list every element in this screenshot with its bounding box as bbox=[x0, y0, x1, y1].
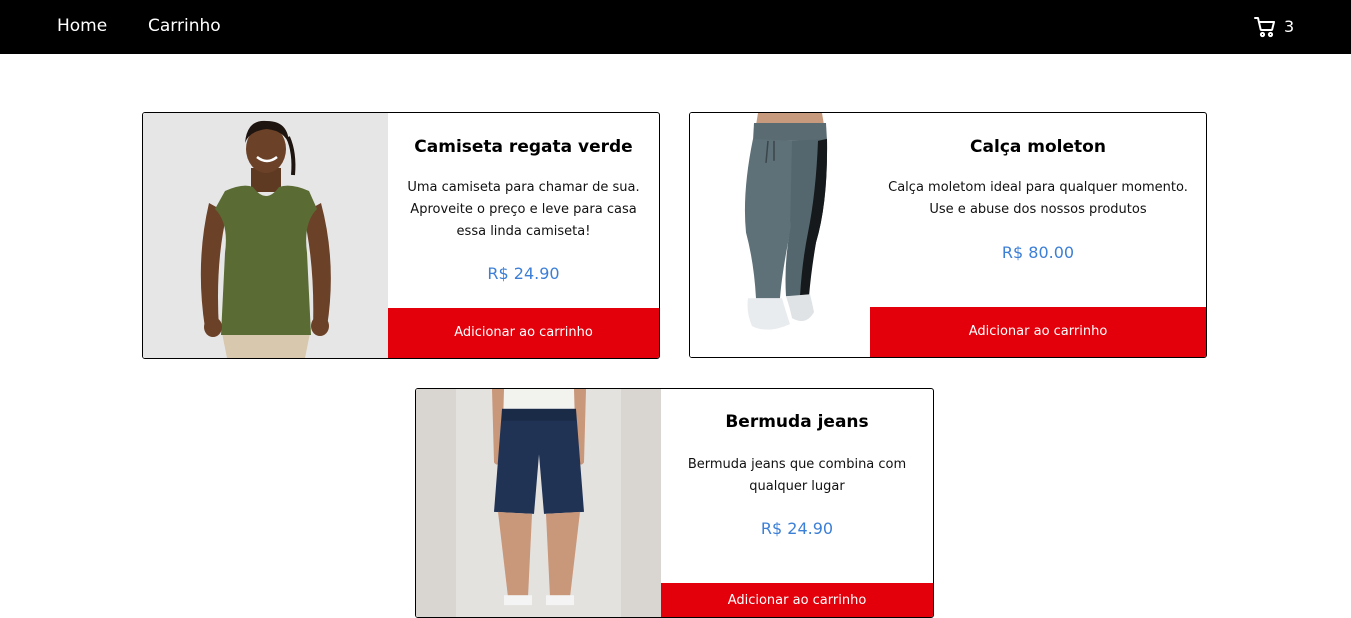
product-card: Calça moleton Calça moletom ideal para q… bbox=[689, 112, 1207, 358]
product-image bbox=[690, 113, 870, 357]
cart-count-badge: 3 bbox=[1284, 17, 1295, 36]
product-info: Camiseta regata verde Uma camiseta para … bbox=[388, 113, 659, 358]
product-description: Calça moletom ideal para qualquer moment… bbox=[888, 180, 1188, 217]
cart-button[interactable]: 3 bbox=[1254, 15, 1294, 39]
product-title: Bermuda jeans bbox=[725, 412, 869, 432]
product-info: Bermuda jeans Bermuda jeans que combina … bbox=[661, 389, 933, 617]
product-info: Calça moleton Calça moletom ideal para q… bbox=[870, 113, 1206, 357]
product-description: Bermuda jeans que combina com qualquer l… bbox=[687, 457, 907, 494]
product-card: Camiseta regata verde Uma camiseta para … bbox=[142, 112, 660, 359]
product-image bbox=[416, 389, 661, 617]
product-price: R$ 80.00 bbox=[1001, 243, 1075, 262]
product-price: R$ 24.90 bbox=[487, 264, 560, 283]
product-description: Uma camiseta para chamar de sua. Aprovei… bbox=[407, 180, 640, 239]
shopping-cart-icon bbox=[1254, 16, 1276, 38]
add-to-cart-button[interactable]: Adicionar ao carrinho bbox=[870, 307, 1206, 357]
add-to-cart-button[interactable]: Adicionar ao carrinho bbox=[661, 583, 933, 617]
product-image bbox=[143, 113, 388, 358]
product-price: R$ 24.90 bbox=[760, 519, 834, 538]
product-title: Camiseta regata verde bbox=[414, 137, 633, 157]
product-title: Calça moleton bbox=[970, 137, 1106, 157]
nav-home-link[interactable]: Home bbox=[57, 15, 107, 37]
top-navbar: Home Carrinho 3 bbox=[0, 0, 1351, 54]
product-card: Bermuda jeans Bermuda jeans que combina … bbox=[415, 388, 934, 618]
nav-cart-link[interactable]: Carrinho bbox=[148, 15, 221, 37]
add-to-cart-button[interactable]: Adicionar ao carrinho bbox=[388, 308, 659, 358]
